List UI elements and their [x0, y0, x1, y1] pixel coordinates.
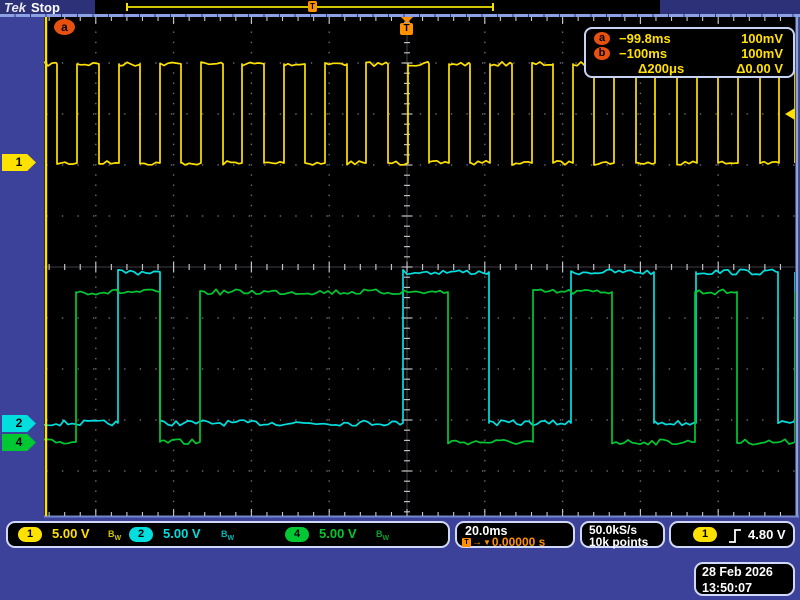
acquisition-window-bracket-left: [126, 3, 128, 11]
cursor-a-row: a −99.8ms 100mV: [586, 31, 793, 46]
waveform-display: [0, 0, 800, 600]
oscilloscope-screen: T Tek Stop a T 1 2 4 a −99.8ms 100mV b −…: [0, 0, 800, 600]
run-status-label: Stop: [31, 0, 60, 15]
arrow-right-icon: →: [472, 537, 482, 548]
horizontal-readout-box[interactable]: 20.0ms T → ▼ 0.00000 s: [455, 521, 575, 548]
trigger-position-t-icon[interactable]: T: [400, 23, 413, 35]
channel-4-scale[interactable]: 5.00 V: [319, 526, 357, 541]
cursor-b-volt-value: 100mV: [741, 46, 783, 61]
acquisition-trigger-icon: T: [308, 1, 317, 12]
triangle-down-icon: ▼: [483, 538, 491, 547]
horizontal-position-row: T → ▼ 0.00000 s: [462, 535, 545, 549]
cursor-a-time-value: −99.8ms: [619, 31, 671, 46]
channel-2-scale[interactable]: 5.00 V: [163, 526, 201, 541]
trigger-level-value: 4.80 V: [748, 527, 786, 542]
cursor-delta-time-value: Δ200μs: [638, 61, 684, 76]
cursor-delta-row: Δ200μs Δ0.00 V: [586, 61, 793, 76]
cursor-a-volt-value: 100mV: [741, 31, 783, 46]
graticule-right-border: [796, 17, 799, 516]
trigger-source-badge: 1: [693, 527, 717, 542]
channel-1-scale[interactable]: 5.00 V: [52, 526, 90, 541]
channel-4-bandwidth-icon: BW: [376, 529, 389, 542]
cursor-a-row-badge: a: [594, 32, 610, 45]
cursor-b-row: b −100ms 100mV: [586, 46, 793, 61]
acquisition-window-bracket-right: [492, 3, 494, 11]
trigger-readout-box[interactable]: 1 4.80 V: [669, 521, 795, 548]
tek-logo: Tek: [4, 0, 26, 15]
channel-2-bandwidth-icon: BW: [221, 529, 234, 542]
channel-2-badge[interactable]: 2: [129, 527, 153, 542]
record-length-value: 10k points: [589, 535, 648, 549]
horizontal-position-value: 0.00000 s: [492, 535, 545, 549]
time-value: 13:50:07: [702, 581, 752, 595]
channel-1-badge[interactable]: 1: [18, 527, 42, 542]
cursor-a-badge[interactable]: a: [54, 19, 75, 35]
cursor-delta-volt-value: Δ0.00 V: [736, 61, 783, 76]
cursor-b-row-badge: b: [594, 47, 610, 60]
cursor-readout-panel: a −99.8ms 100mV b −100ms 100mV Δ200μs Δ0…: [584, 27, 795, 78]
cursor-b-time-value: −100ms: [619, 46, 667, 61]
date-value: 28 Feb 2026: [702, 565, 773, 579]
channel-1-bandwidth-icon: BW: [108, 529, 121, 542]
graticule-top-border: [0, 14, 800, 17]
channel-scale-readout-box[interactable]: 1 5.00 V BW 2 5.00 V BW 4 5.00 V BW: [6, 521, 450, 548]
trigger-t-icon: T: [462, 538, 471, 547]
datetime-panel: 28 Feb 2026 13:50:07: [694, 562, 795, 596]
graticule-bottom-border: [44, 516, 799, 518]
channel-4-badge[interactable]: 4: [285, 527, 309, 542]
rising-edge-icon: [727, 527, 743, 545]
acquisition-readout-box[interactable]: 50.0kS/s 10k points: [580, 521, 665, 548]
